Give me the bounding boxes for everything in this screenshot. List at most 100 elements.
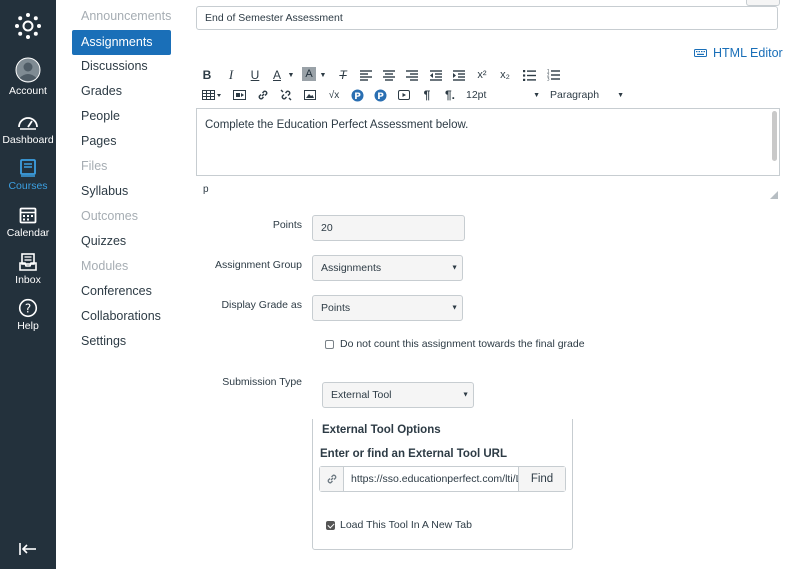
nav-account[interactable]: Account [0,57,56,97]
plugin-button-1[interactable]: P [349,86,365,104]
link-chain-icon [327,474,336,484]
font-color-dropdown[interactable]: ▼ [287,66,295,84]
assignment-title-input[interactable]: End of Semester Assessment [196,6,778,30]
course-nav-conferences[interactable]: Conferences [72,279,171,304]
course-nav-announcements[interactable]: Announcements [72,4,171,29]
html-editor-link[interactable]: HTML Editor [694,46,783,60]
course-nav-people[interactable]: People [72,104,171,129]
submission-type-select[interactable]: External Tool ▼ [322,382,474,408]
collapse-nav-button[interactable] [18,542,38,561]
new-tab-label: Load This Tool In A New Tab [340,519,472,531]
format-select[interactable]: Paragraph ▼ [550,86,624,104]
rtl-button[interactable]: ¶. [442,86,458,104]
new-tab-checkbox[interactable] [326,521,335,530]
bold-button[interactable]: B [200,66,214,84]
course-nav-pages[interactable]: Pages [72,129,171,154]
indent-button[interactable] [451,66,467,84]
course-nav-grades[interactable]: Grades [72,79,171,104]
outdent-icon [430,69,442,81]
course-nav-discussions[interactable]: Discussions [72,54,171,79]
avatar-icon [15,57,41,83]
display-grade-select[interactable]: Points ▼ [312,295,463,321]
align-right-button[interactable] [404,66,420,84]
p-plugin-icon: P [351,89,363,102]
do-not-count-checkbox[interactable] [325,340,334,349]
svg-text:3: 3 [547,77,550,82]
submission-type-label: Submission Type [222,376,302,388]
assignment-title-value: End of Semester Assessment [205,12,343,24]
numbered-list-button[interactable]: 123 [545,66,561,84]
nav-calendar-label: Calendar [6,227,50,239]
svg-text:P: P [377,92,384,102]
underline-button[interactable]: U [248,66,262,84]
unlink-icon [280,89,292,101]
superscript-button[interactable]: x² [474,66,490,84]
resize-grip-icon[interactable] [770,191,778,199]
find-button[interactable]: Find [518,467,565,491]
media-button[interactable] [231,86,247,104]
assignment-group-arrow-icon: ▼ [451,264,458,272]
background-color-dropdown[interactable]: ▼ [319,66,327,84]
assignment-group-value: Assignments [321,262,382,274]
nav-calendar[interactable]: Calendar [0,205,56,239]
image-button[interactable] [302,86,318,104]
numbered-list-icon: 123 [547,69,560,81]
display-grade-label: Display Grade as [221,299,302,311]
link-button[interactable] [255,86,271,104]
external-tool-options-heading: External Tool Options [322,424,441,436]
align-left-button[interactable] [358,66,374,84]
font-color-button[interactable]: A [270,66,284,84]
course-nav-quizzes[interactable]: Quizzes [72,229,171,254]
outdent-button[interactable] [428,66,444,84]
canvas-logo[interactable] [0,0,56,52]
nav-account-label: Account [9,85,47,97]
course-nav-modules[interactable]: Modules [72,254,171,279]
nav-help[interactable]: ? Help [0,298,56,332]
rich-text-editor[interactable]: Complete the Education Perfect Assessmen… [196,108,780,176]
external-tool-url-group: https://sso.educationperfect.com/lti/La … [319,466,566,492]
nav-courses[interactable]: Courses [0,158,56,192]
ltr-button[interactable]: ¶ [419,86,435,104]
table-button[interactable] [201,86,223,104]
external-tool-url-input[interactable]: https://sso.educationperfect.com/lti/La [351,473,519,485]
course-nav-collaborations[interactable]: Collaborations [72,304,171,329]
bullet-list-button[interactable] [521,66,537,84]
assignment-group-label: Assignment Group [215,259,302,271]
equation-button[interactable]: √x [325,86,343,104]
editor-scrollbar[interactable] [772,111,777,161]
course-nav-syllabus[interactable]: Syllabus [72,179,171,204]
editor-element-path: p [203,184,209,195]
nav-dashboard[interactable]: Dashboard [0,112,56,146]
course-nav-settings[interactable]: Settings [72,329,171,354]
italic-button[interactable]: I [224,66,238,84]
points-value: 20 [321,222,333,234]
display-grade-arrow-icon: ▼ [451,304,458,312]
background-color-button[interactable]: A [302,67,316,81]
points-input[interactable]: 20 [312,215,465,241]
assignment-group-select[interactable]: Assignments ▼ [312,255,463,281]
clear-formatting-button[interactable]: T [336,66,350,84]
course-nav-files[interactable]: Files [72,154,171,179]
subscript-button[interactable]: x₂ [497,66,513,84]
nav-inbox[interactable]: Inbox [0,252,56,286]
canvas-logo-icon [15,13,41,39]
align-center-button[interactable] [381,66,397,84]
nav-dashboard-label: Dashboard [2,134,54,146]
collapse-arrow-icon [19,543,36,555]
course-nav-assignments[interactable]: Assignments [72,30,171,55]
p-plugin-icon-2: P [374,89,386,102]
unlink-button[interactable] [278,86,294,104]
video-icon [398,90,410,100]
align-left-icon [360,69,372,81]
dashboard-icon [18,117,38,130]
global-nav: Account Dashboard Courses Calendar Inbox… [0,0,56,569]
plugin-button-2[interactable]: P [372,86,388,104]
font-size-value: 12pt [466,89,487,101]
format-dropdown-icon: ▼ [617,91,624,99]
equation-icon: √x [328,89,340,101]
font-size-select[interactable]: 12pt ▼ [466,86,540,104]
video-button[interactable] [396,86,412,104]
do-not-count-label: Do not count this assignment towards the… [340,338,585,350]
top-button-edge[interactable] [746,0,780,6]
course-nav-outcomes[interactable]: Outcomes [72,204,171,229]
